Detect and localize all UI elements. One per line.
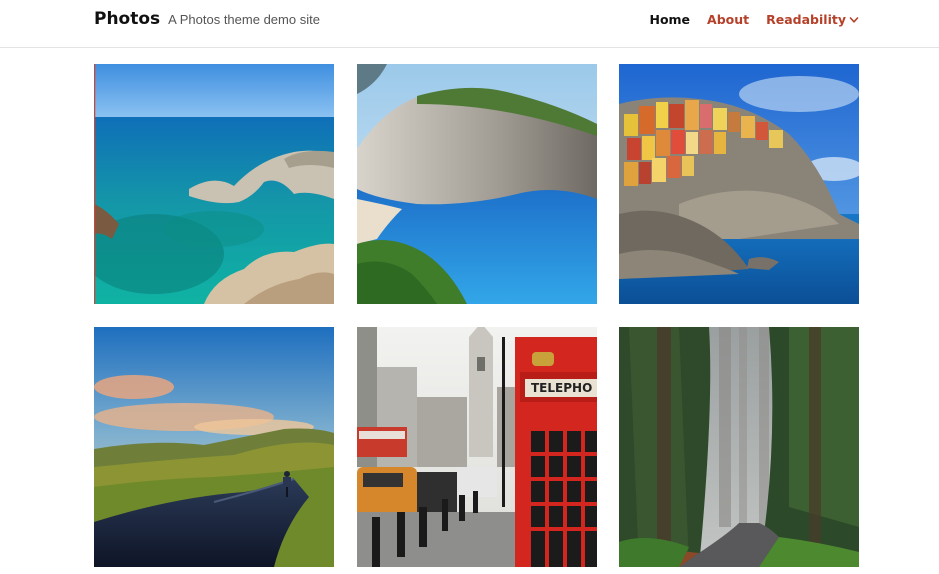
chevron-down-icon (849, 16, 859, 23)
gallery-photo-coastal-arch[interactable] (94, 64, 334, 304)
svg-text:TELEPHO: TELEPHO (531, 381, 592, 395)
gallery-photo-cyclist-hills[interactable] (94, 327, 334, 567)
nav-item-about[interactable]: About (707, 12, 749, 27)
gallery-photo-cove-beach[interactable] (357, 64, 597, 304)
brand: Photos A Photos theme demo site (94, 9, 320, 29)
site-title-link[interactable]: Photos (94, 9, 160, 29)
nav-item-home[interactable]: Home (649, 12, 690, 27)
photo-cyclist-hills-image (94, 327, 334, 567)
photo-forest-road-image (619, 327, 859, 567)
site-tagline: A Photos theme demo site (168, 12, 320, 27)
gallery-photo-telephone-box[interactable]: TELEPHO (357, 327, 597, 567)
gallery-photo-forest-road[interactable] (619, 327, 859, 567)
photo-telephone-box-image: TELEPHO (357, 327, 597, 567)
photo-coastal-arch-image (94, 64, 334, 304)
nav-item-readability[interactable]: Readability (766, 12, 859, 27)
photo-cove-beach-image (357, 64, 597, 304)
photo-cliff-village-image (619, 64, 859, 304)
main-nav: Home About Readability (632, 12, 859, 27)
site-header: Photos A Photos theme demo site Home Abo… (0, 0, 939, 48)
nav-item-readability-label: Readability (766, 12, 846, 27)
gallery-photo-cliff-village[interactable] (619, 64, 859, 304)
